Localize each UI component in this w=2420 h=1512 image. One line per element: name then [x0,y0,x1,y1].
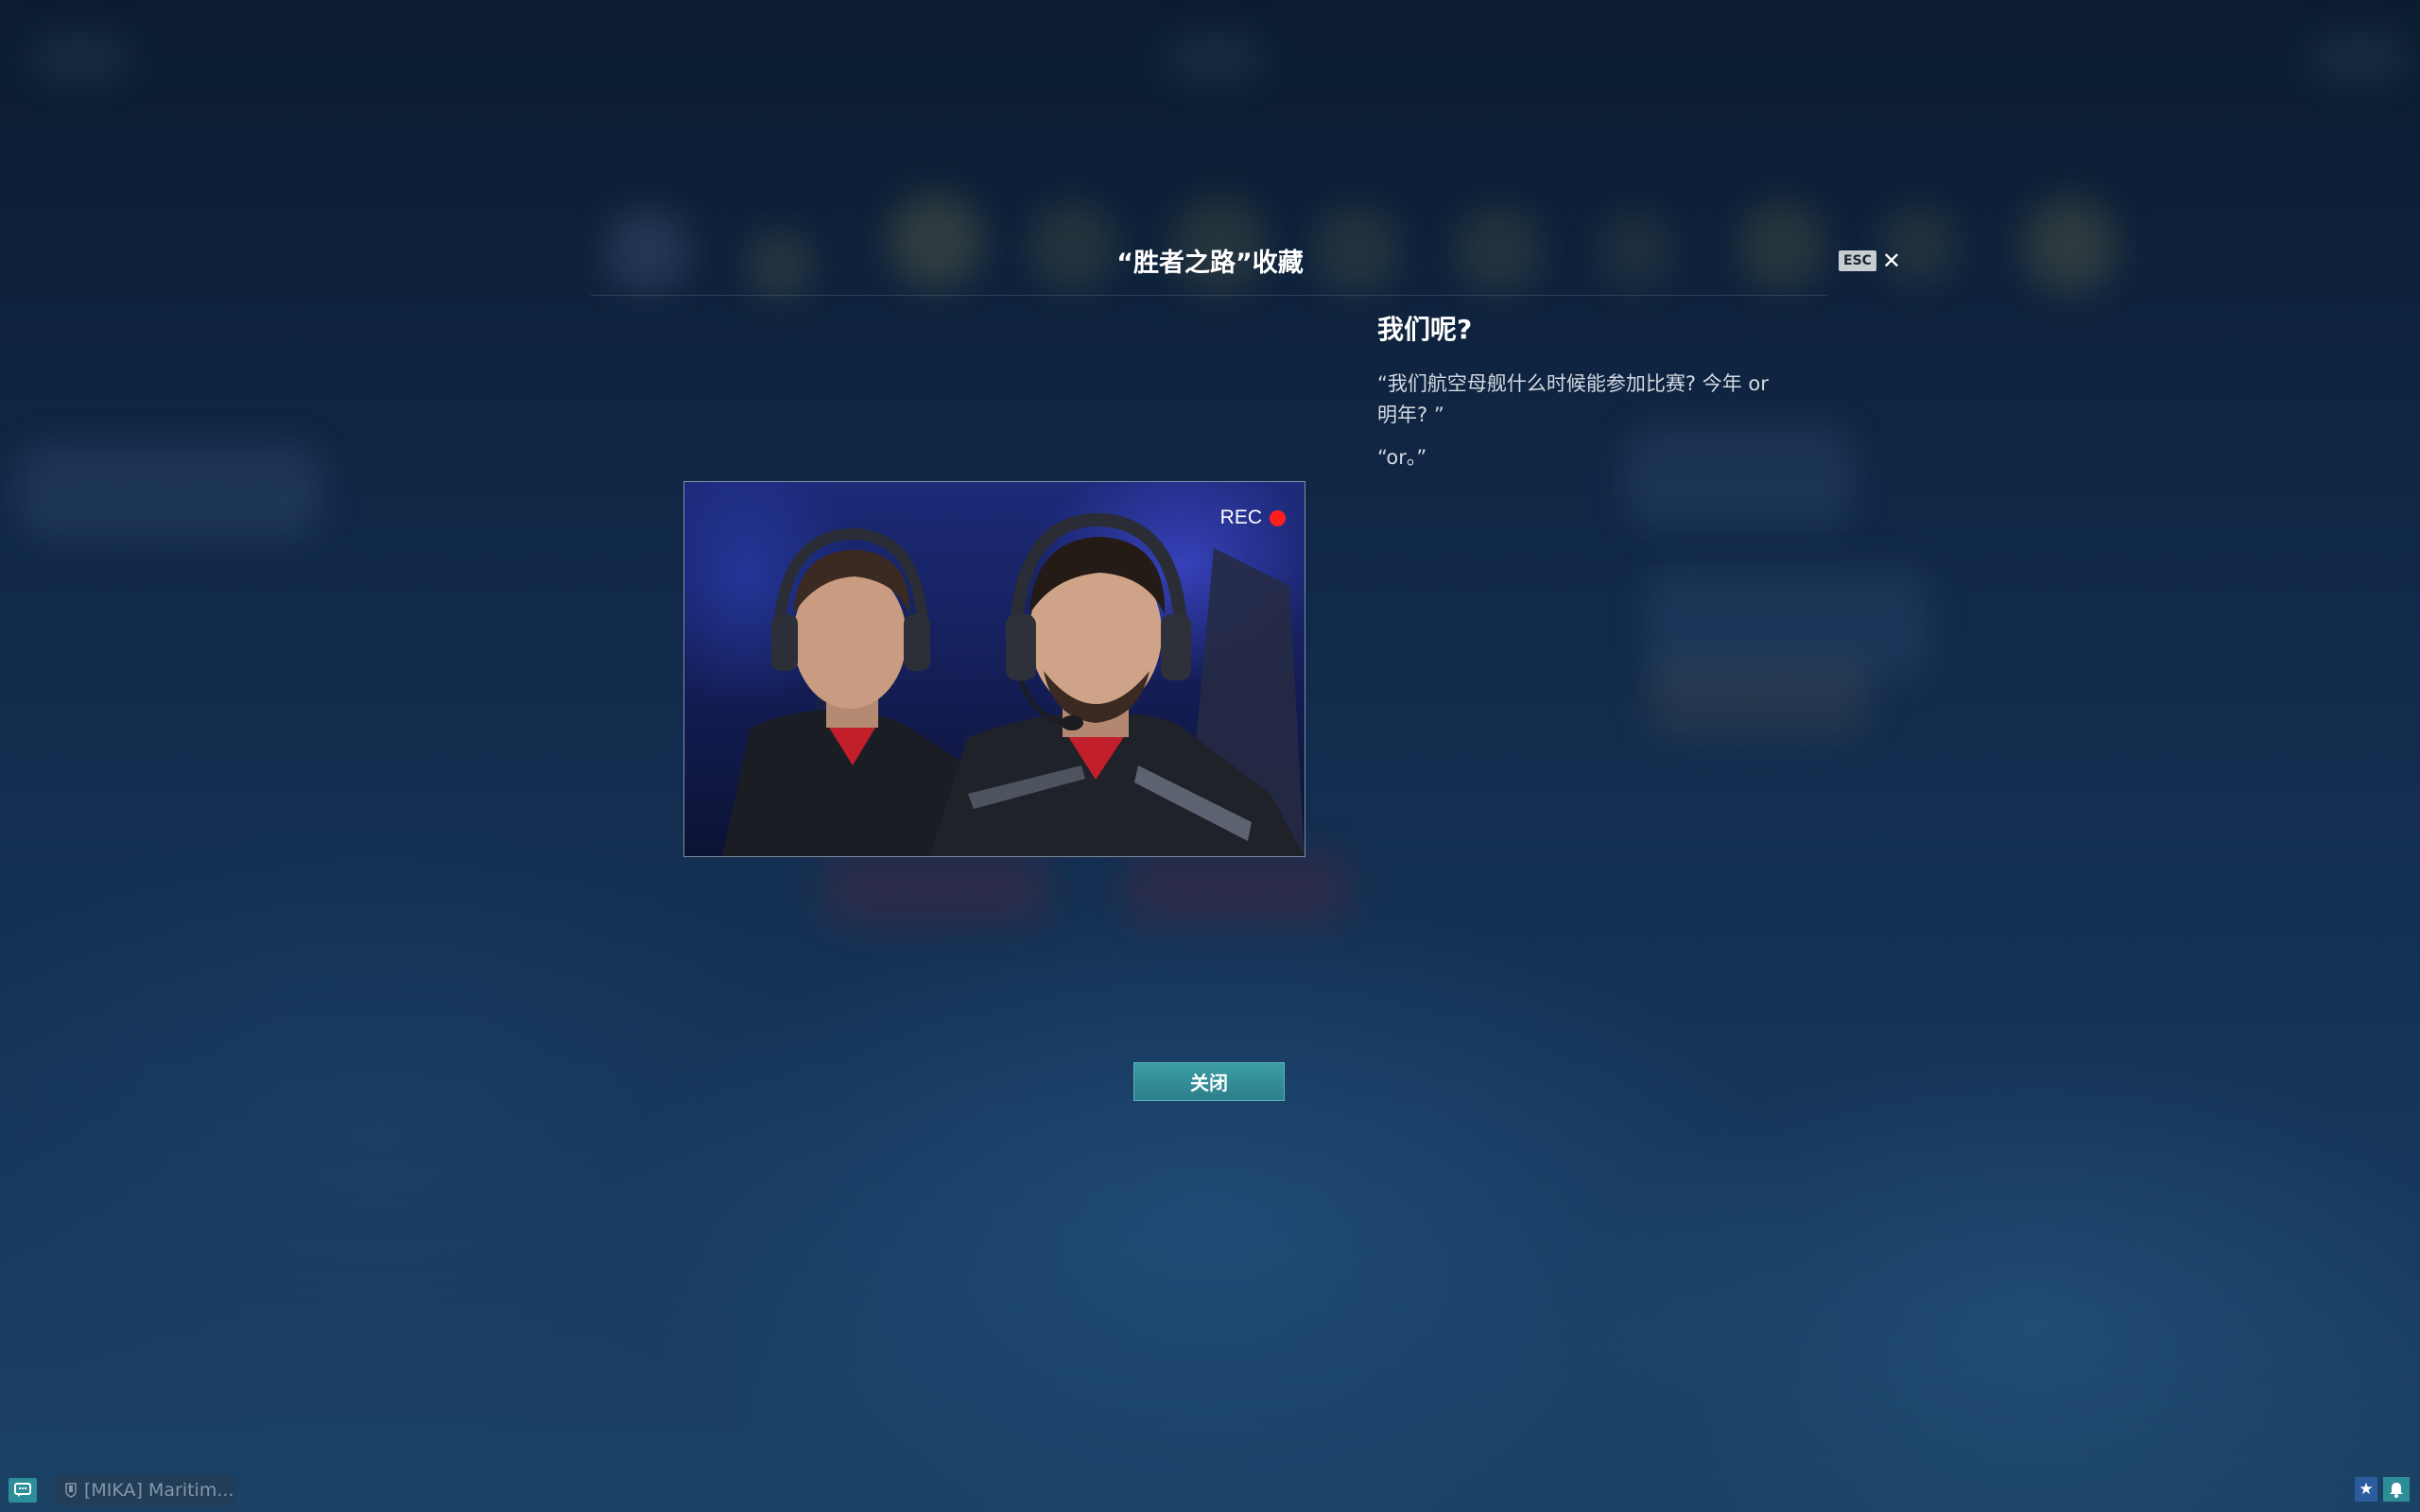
chat-channel-tab[interactable]: [MIKA] Maritim... [54,1475,235,1505]
esc-close-button[interactable]: ESC ✕ [1839,248,1901,274]
item-heading: 我们呢? [1377,314,1473,345]
dialog-title: “胜者之路”收藏 [1116,249,1304,278]
item-answer: “or。” [1377,446,1427,469]
players-illustration [722,512,1305,856]
collection-dialog: “胜者之路”收藏 ESC ✕ REC 我们呢? “我们航空母舰什么时候能参加比赛… [0,0,2420,1512]
close-icon: ✕ [1881,248,1902,274]
bell-icon [2390,1483,2403,1498]
item-description: 我们呢? “我们航空母舰什么时候能参加比赛? 今年 or 明年? ” “or。” [1377,312,1774,473]
chat-channel-label: [MIKA] Maritim... [84,1480,234,1501]
recording-dot-icon [1270,509,1286,526]
close-button[interactable]: 关闭 [1133,1062,1285,1101]
notifications-button[interactable] [2383,1477,2410,1502]
star-icon: ★ [2359,1480,2374,1499]
title-divider [591,295,1827,296]
favorites-button[interactable]: ★ [2355,1477,2377,1502]
chat-bubble-icon [14,1483,31,1497]
clan-shield-icon [65,1483,77,1498]
esc-key-badge: ESC [1839,250,1876,271]
rec-indicator: REC [1220,507,1286,529]
rec-label: REC [1219,507,1262,528]
chat-toggle-button[interactable] [9,1478,37,1503]
collection-item-image: REC [683,481,1305,857]
item-quote: “我们航空母舰什么时候能参加比赛? 今年 or 明年? ” [1377,372,1769,426]
